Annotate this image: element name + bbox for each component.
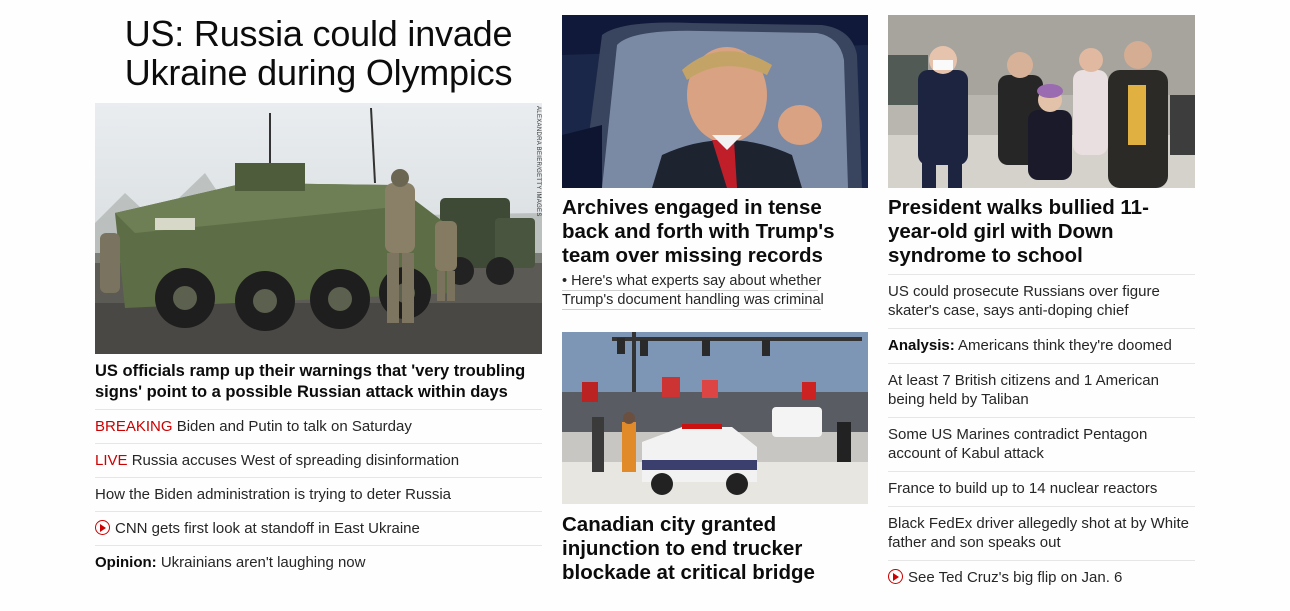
list-item-text[interactable]: France to build up to 14 nuclear reactor… (888, 480, 1157, 497)
list-item-text[interactable]: Some US Marines contradict Pentagon acco… (888, 426, 1147, 462)
list-item[interactable]: BREAKING Biden and Putin to talk on Satu… (95, 409, 542, 443)
list-item[interactable]: See Ted Cruz's big flip on Jan. 6 (888, 560, 1195, 595)
analysis-label: Analysis: (888, 337, 955, 354)
main-headline[interactable]: US: Russia could invade Ukraine during O… (95, 14, 542, 92)
breaking-tag: BREAKING (95, 418, 173, 435)
trump-documents-link[interactable]: • Here's what experts say about whether … (562, 272, 852, 310)
president-school-headline[interactable]: President walks bullied 11-year-old girl… (888, 196, 1195, 268)
list-item-text[interactable]: Russia accuses West of spreading disinfo… (132, 452, 459, 469)
trump-car-photo[interactable] (562, 15, 868, 188)
list-item[interactable]: Black FedEx driver allegedly shot at by … (888, 506, 1195, 560)
lead-story-headline[interactable]: US officials ramp up their warnings that… (95, 361, 542, 403)
list-item-text[interactable]: Ukrainians aren't laughing now (161, 554, 366, 571)
list-item-text[interactable]: Biden and Putin to talk on Saturday (177, 418, 412, 435)
president-school-photo[interactable] (888, 15, 1195, 188)
list-item[interactable]: LIVE Russia accuses West of spreading di… (95, 443, 542, 477)
photo-credit: ALEXANDRA BEIER/GETTY IMAGES (535, 106, 541, 217)
trucker-blockade-photo[interactable] (562, 332, 868, 504)
list-item[interactable]: Opinion: Ukrainians aren't laughing now (95, 545, 542, 579)
archives-headline[interactable]: Archives engaged in tense back and forth… (562, 196, 868, 268)
list-item-text[interactable]: At least 7 British citizens and 1 Americ… (888, 372, 1159, 408)
trucker-blockade-headline[interactable]: Canadian city granted injunction to end … (562, 513, 868, 585)
live-tag: LIVE (95, 452, 128, 469)
list-item-text[interactable]: CNN gets first look at standoff in East … (115, 520, 420, 537)
list-item-text[interactable]: US could prosecute Russians over figure … (888, 283, 1160, 319)
list-item[interactable]: France to build up to 14 nuclear reactor… (888, 471, 1195, 506)
play-icon (95, 520, 110, 535)
list-item[interactable]: US could prosecute Russians over figure … (888, 274, 1195, 328)
list-item[interactable]: Analysis: Americans think they're doomed (888, 328, 1195, 363)
opinion-label: Opinion: (95, 554, 157, 571)
play-icon (888, 569, 903, 584)
list-item-text[interactable]: Americans think they're doomed (958, 337, 1172, 354)
column1-headline-list: BREAKING Biden and Putin to talk on Satu… (95, 409, 542, 579)
list-item[interactable]: CNN gets first look at standoff in East … (95, 511, 542, 545)
list-item[interactable]: How the Biden administration is trying t… (95, 477, 542, 511)
column3-headline-list: US could prosecute Russians over figure … (888, 274, 1195, 595)
list-item[interactable]: At least 7 British citizens and 1 Americ… (888, 363, 1195, 417)
military-vehicle-photo[interactable] (95, 103, 542, 354)
list-item-text[interactable]: Black FedEx driver allegedly shot at by … (888, 515, 1189, 551)
list-item-text[interactable]: How the Biden administration is trying t… (95, 486, 451, 503)
list-item-text[interactable]: See Ted Cruz's big flip on Jan. 6 (908, 569, 1122, 586)
list-item[interactable]: Some US Marines contradict Pentagon acco… (888, 417, 1195, 471)
